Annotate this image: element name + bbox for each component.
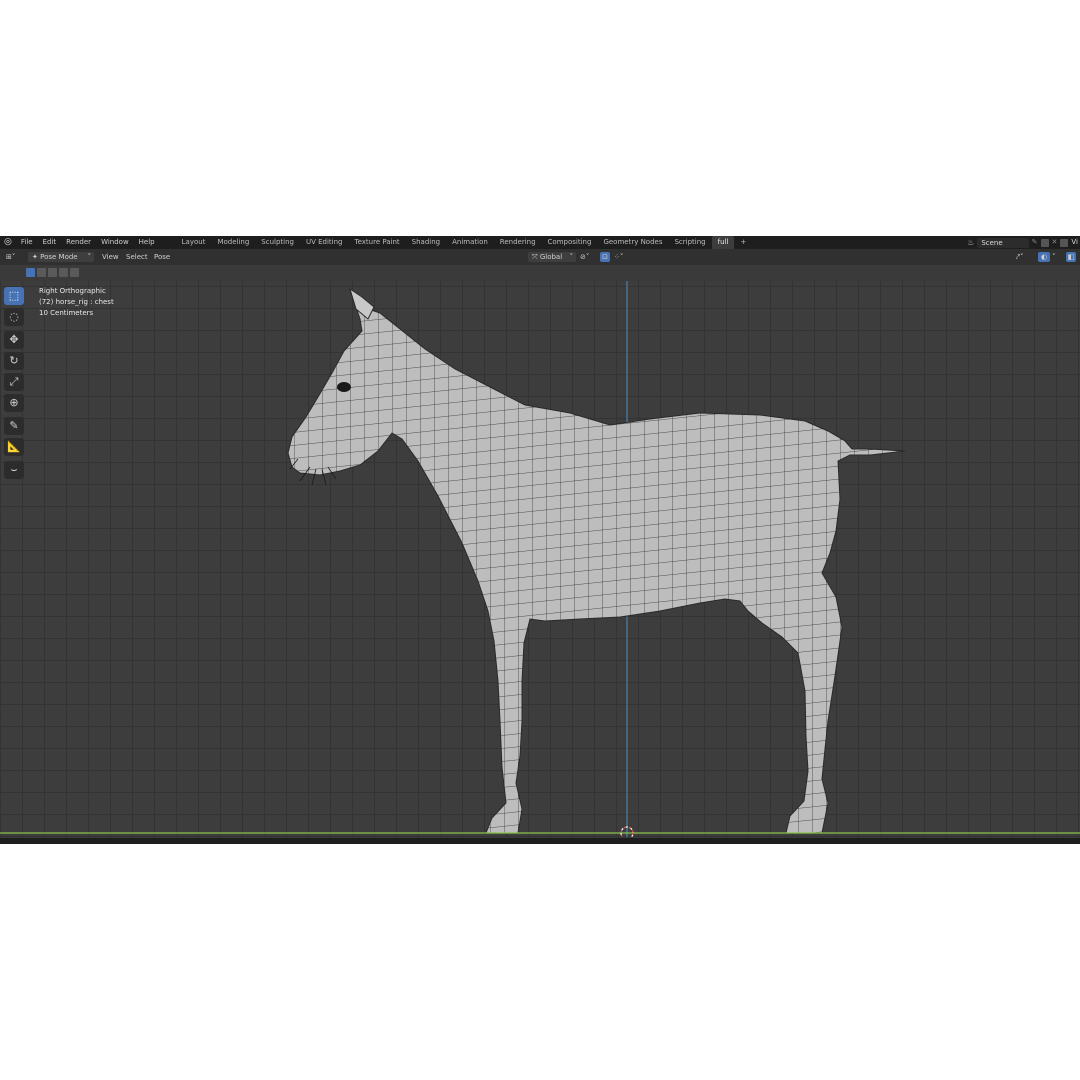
rotate-icon[interactable]: ↻ [4,352,24,370]
horse-mesh[interactable] [287,288,906,834]
mode-label: Pose Mode [40,253,78,261]
tab-animation[interactable]: Animation [446,236,494,249]
view-layer-icon[interactable] [1060,238,1069,247]
tab-uv-editing[interactable]: UV Editing [300,236,349,249]
scene-name-field[interactable]: Scene [977,237,1029,248]
move-icon[interactable]: ✥ [4,331,24,349]
overlay-icon[interactable]: ◐ [1038,252,1050,262]
chevron-down-icon: ˅ [569,253,574,261]
viewport-scene [0,281,1080,837]
gizmo-icon[interactable]: ⤤˅ [1016,252,1023,262]
pivot-point-icon[interactable]: ⊘˅ [580,252,589,262]
tab-geometry-nodes[interactable]: Geometry Nodes [597,236,668,249]
relax-pose-icon[interactable]: ⌣ [4,461,24,479]
overlay-options-icon[interactable]: ˅ [1052,252,1056,262]
mode-dropdown[interactable]: ✦ Pose Mode ˅ [28,252,94,262]
select-invert-icon[interactable] [59,268,68,277]
measure-icon[interactable]: 📐 [4,438,24,456]
transform-icon[interactable]: ⊕ [4,394,24,412]
horse-eye [337,382,351,392]
horse-ear [349,287,375,320]
menu-file[interactable]: File [16,236,38,249]
tab-rendering[interactable]: Rendering [494,236,542,249]
select-new-icon[interactable] [26,268,35,277]
scale-icon[interactable]: ⤢ [4,373,24,391]
scene-icon[interactable]: ♨ [967,236,974,249]
close-scene-icon[interactable]: ✕ [1052,236,1058,249]
select-subtract-icon[interactable] [48,268,57,277]
blender-logo-icon[interactable]: ◎ [4,236,12,249]
tab-compositing[interactable]: Compositing [542,236,598,249]
new-scene-icon[interactable] [1040,238,1049,247]
transform-orientation-dropdown[interactable]: ⤧ Global ˅ [528,252,576,262]
grid-scale: 10 Centimeters [39,309,94,317]
main-menu: File Edit Render Window Help [16,236,160,249]
tab-layout[interactable]: Layout [176,236,212,249]
snap-icon[interactable]: ⊡ [600,252,610,262]
orientation-label: Global [539,253,563,261]
menu-help[interactable]: Help [134,236,160,249]
3d-viewport[interactable] [0,281,1080,837]
tab-shading[interactable]: Shading [406,236,446,249]
selection-mode-buttons [26,268,79,277]
tool-shelf: ⬚ ◌ ✥ ↻ ⤢ ⊕ ✎ 📐 ⌣ [4,287,28,482]
snap-options-icon[interactable]: ⁘˅ [614,252,623,262]
view-name: Right Orthographic [39,287,106,295]
pin-icon[interactable]: ✎ [1032,236,1038,249]
menu-window[interactable]: Window [96,236,134,249]
chevron-down-icon: ˅ [87,253,92,261]
orientation-icon: ⤧ [532,253,540,261]
select-intersect-icon[interactable] [70,268,79,277]
menu-view[interactable]: View [102,252,119,262]
tab-sculpting[interactable]: Sculpting [255,236,300,249]
editor-type-icon[interactable]: ⊞˅ [6,252,15,262]
select-extend-icon[interactable] [37,268,46,277]
object-info: (72) horse_rig : chest [39,298,114,306]
add-workspace-button[interactable]: + [734,236,752,249]
tab-texture-paint[interactable]: Texture Paint [349,236,406,249]
blender-window: ◎ File Edit Render Window Help Layout Mo… [0,236,1080,844]
pose-mode-icon: ✦ [32,253,41,261]
select-box-icon[interactable]: ⬚ [4,287,24,305]
status-bar [0,838,1080,844]
xray-icon[interactable]: ◧ [1066,252,1076,262]
viewport-text-info: Right Orthographic (72) horse_rig : ches… [39,286,114,319]
tab-modeling[interactable]: Modeling [211,236,255,249]
view-layer-label[interactable]: Vi [1071,236,1078,249]
menu-render[interactable]: Render [61,236,96,249]
viewport-header: ⊞˅ ✦ Pose Mode ˅ View Select Pose ⤧ Glob… [0,249,1080,265]
tab-scripting[interactable]: Scripting [668,236,711,249]
scene-controls: ♨ Scene ✎ ✕ Vi [967,236,1080,249]
workspace-tabs: Layout Modeling Sculpting UV Editing Tex… [176,236,753,249]
menu-select[interactable]: Select [126,252,148,262]
tab-full[interactable]: full [711,236,735,249]
cursor-icon[interactable]: ◌ [4,308,24,326]
annotate-icon[interactable]: ✎ [4,417,24,435]
menu-edit[interactable]: Edit [38,236,62,249]
menu-pose[interactable]: Pose [154,252,170,262]
top-menu-bar: ◎ File Edit Render Window Help Layout Mo… [0,236,1080,249]
